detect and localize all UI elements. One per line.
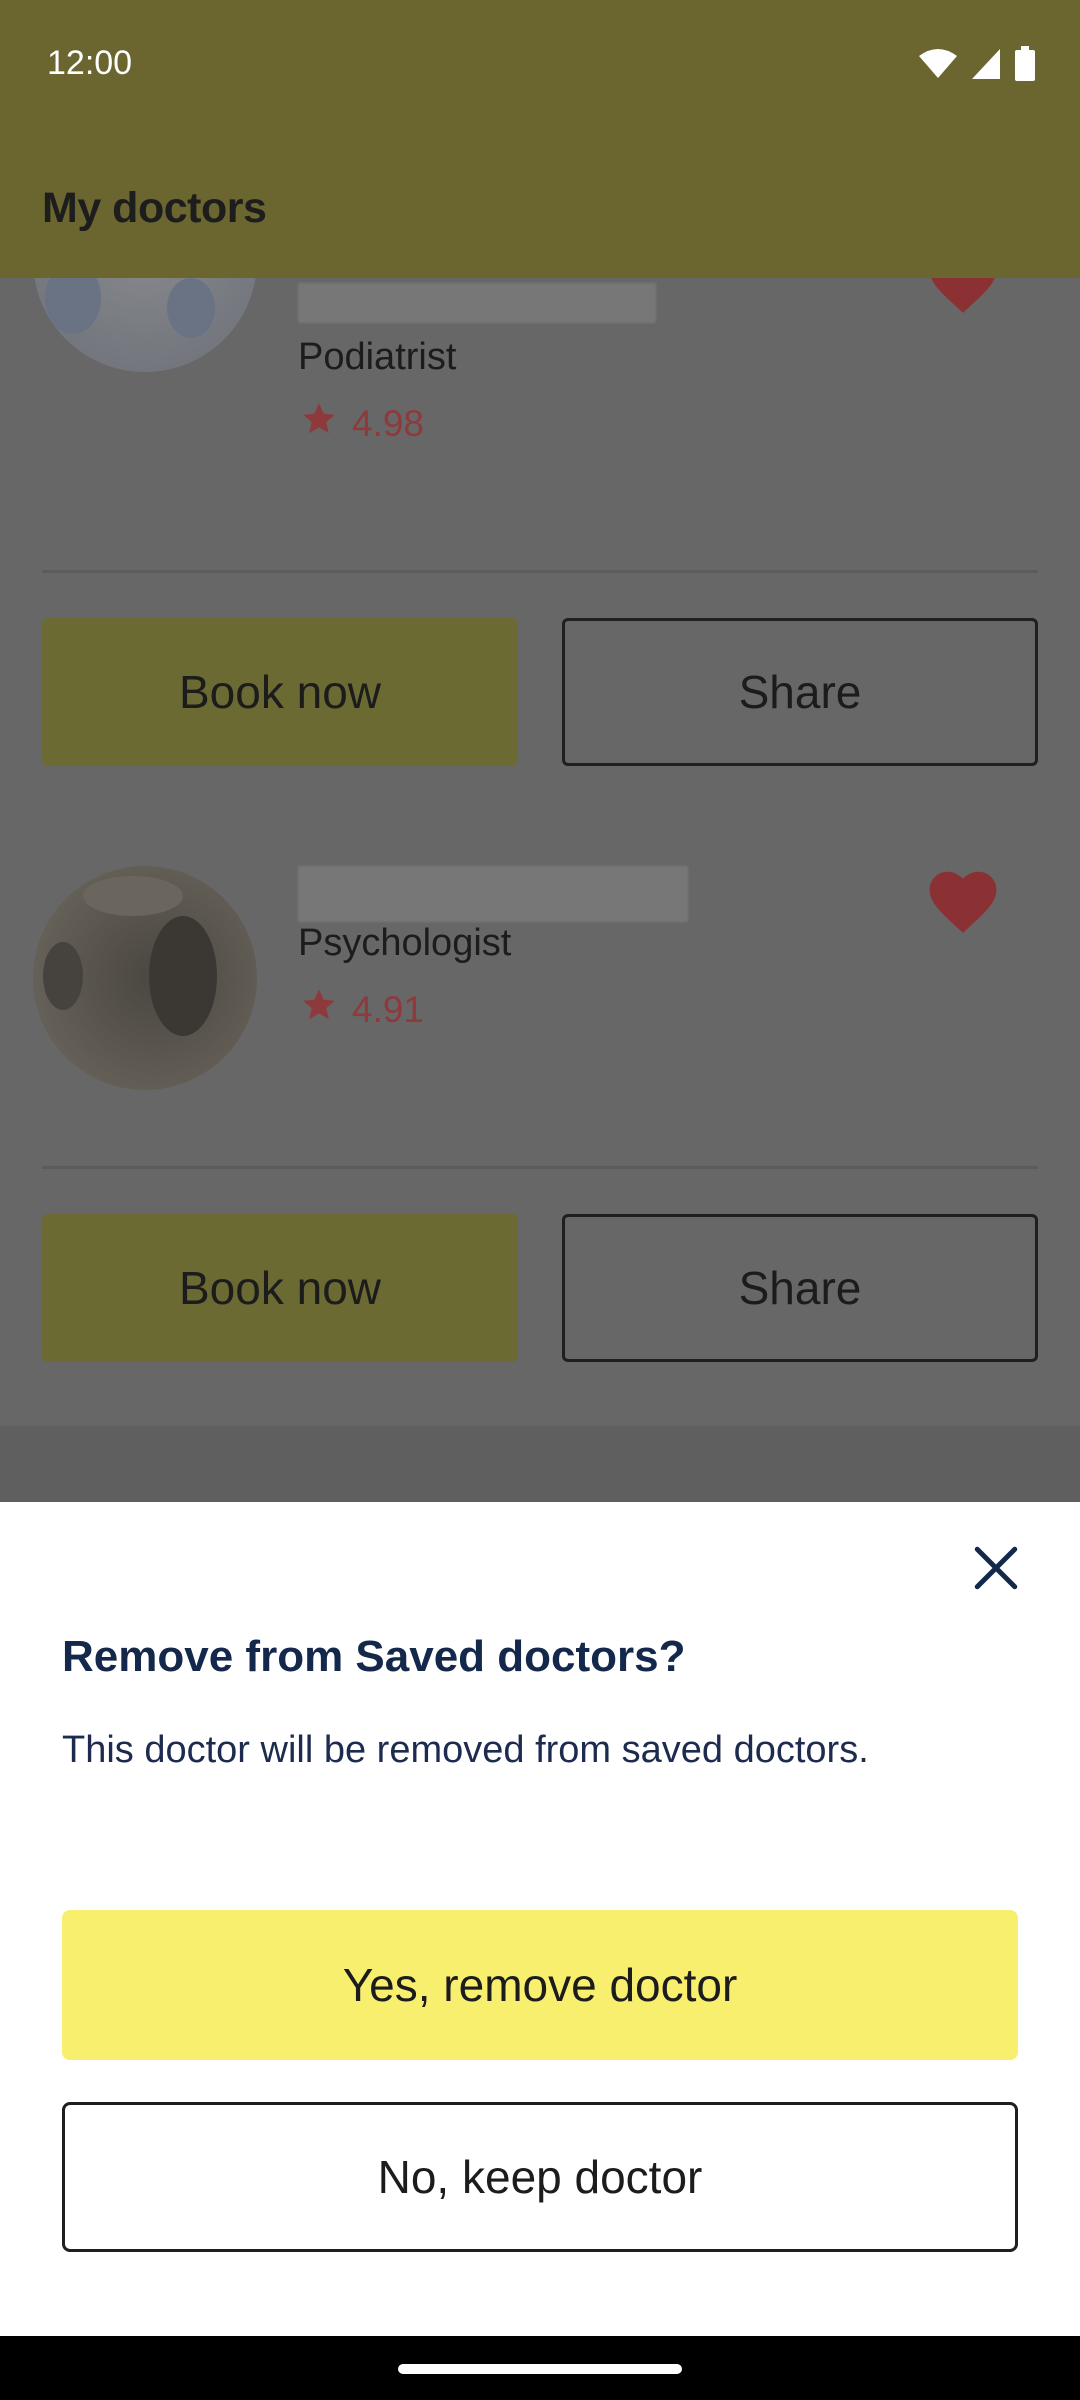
- star-icon: [300, 400, 338, 447]
- navigation-bar: [0, 2336, 1080, 2400]
- saved-heart-icon[interactable]: [924, 278, 1002, 316]
- star-icon: [300, 986, 338, 1033]
- close-button[interactable]: [966, 1540, 1026, 1600]
- doctor-card: Psychologist 4.91 Book now Share: [0, 856, 1080, 1426]
- app-bar: My doctors: [0, 130, 1080, 278]
- page-title: My doctors: [42, 184, 267, 232]
- keep-doctor-button[interactable]: No, keep doctor: [62, 2102, 1018, 2252]
- dialog-body: This doctor will be removed from saved d…: [62, 1729, 869, 1771]
- close-icon: [971, 1543, 1021, 1597]
- book-now-button[interactable]: Book now: [42, 1214, 518, 1362]
- share-button[interactable]: Share: [562, 1214, 1038, 1362]
- doctor-name-redacted: [298, 283, 656, 323]
- card-divider: [42, 1166, 1038, 1169]
- rating-value: 4.91: [352, 988, 425, 1030]
- doctor-avatar: [33, 278, 257, 372]
- dialog-title: Remove from Saved doctors?: [62, 1632, 686, 1681]
- share-button[interactable]: Share: [562, 618, 1038, 766]
- doctor-rating: 4.98: [300, 400, 424, 447]
- home-gesture-handle[interactable]: [398, 2364, 682, 2374]
- wifi-icon: [918, 48, 958, 84]
- doctor-name-redacted: [298, 866, 688, 922]
- battery-icon: [1014, 46, 1036, 86]
- doctor-specialty: Podiatrist: [298, 336, 457, 378]
- remove-doctor-bottom-sheet: Remove from Saved doctors? This doctor w…: [0, 1502, 1080, 2336]
- rating-value: 4.98: [352, 402, 425, 444]
- book-now-button[interactable]: Book now: [42, 618, 518, 766]
- confirm-remove-button[interactable]: Yes, remove doctor: [62, 1910, 1018, 2060]
- card-divider: [42, 570, 1038, 573]
- cellular-signal-icon: [970, 47, 1002, 85]
- doctor-rating: 4.91: [300, 986, 424, 1033]
- doctor-avatar: [33, 866, 257, 1090]
- status-icons: [918, 46, 1036, 86]
- doctor-specialty: Psychologist: [298, 922, 512, 964]
- doctor-list: Podiatrist 4.98 Book now Share Psycholog…: [0, 278, 1080, 1502]
- saved-heart-icon[interactable]: [924, 866, 1002, 936]
- status-time: 12:00: [47, 44, 133, 82]
- status-bar: 12:00: [0, 0, 1080, 130]
